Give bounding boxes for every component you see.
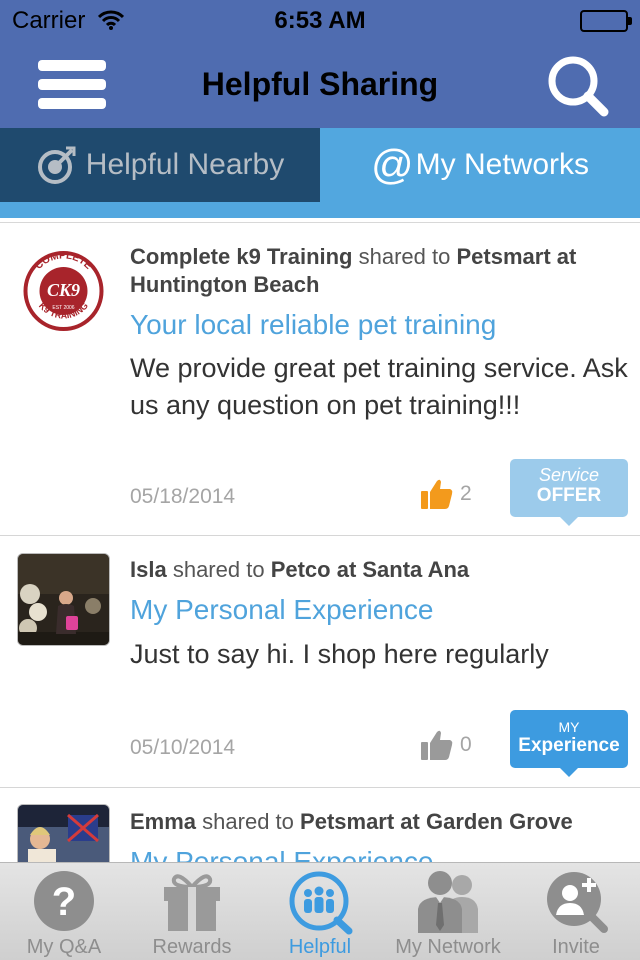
user-photo [18,554,109,645]
app-screen: Carrier 6:53 AM Helpful Sharing Helpful … [0,0,640,960]
post-title[interactable]: Your local reliable pet training [130,309,496,341]
post-shared-text: shared to [172,557,265,582]
svg-text:CK9: CK9 [47,280,80,300]
tab-bar: ? My Q&A Rewards Helpful My Network Invi… [0,862,640,960]
post-author[interactable]: Complete k9 Training [130,244,353,269]
gift-icon [128,869,256,935]
tab-my-networks-label: My Networks [415,148,589,181]
tab-my-networks[interactable]: @ My Networks [320,128,640,202]
like-button[interactable]: 0 [420,728,472,762]
people-group-icon [256,869,384,935]
tab-label: Helpful [288,936,352,958]
tab-invite[interactable]: Invite [512,863,640,960]
post-body: We provide great pet training service. A… [130,353,628,420]
user-photo [18,805,109,862]
tab-helpful-nearby-label: Helpful Nearby [85,148,285,181]
like-button[interactable]: 2 [420,477,472,511]
post-header: Isla shared to Petco at Santa Ana [130,556,630,584]
navigation-bar: Carrier 6:53 AM Helpful Sharing [0,0,640,128]
business-people-icon [384,869,512,935]
at-sign-icon: @ [371,141,414,188]
clock: 6:53 AM [274,7,366,34]
add-person-icon [512,869,640,935]
list-item[interactable]: Isla shared to Petco at Santa Ana My Per… [0,536,640,788]
tab-my-network[interactable]: My Network [384,863,512,960]
avatar[interactable] [17,553,110,646]
status-bar: Carrier 6:53 AM [0,0,640,40]
like-count: 2 [460,482,472,505]
tab-label: My Q&A [26,936,102,958]
tab-helpful-nearby[interactable]: Helpful Nearby [0,128,320,202]
thumbs-up-icon [421,730,453,760]
segment-divider [0,202,640,218]
list-item[interactable]: Emma shared to Petsmart at Garden Grove … [0,788,640,862]
list-item[interactable]: COMPLETE K9 TRAINING CK9 EST 2006 Comple… [0,223,640,536]
post-shared-text: shared to [202,809,294,834]
post-date: 05/10/2014 [130,736,236,759]
thumbs-up-icon [421,479,453,509]
tab-label: Rewards [152,936,232,958]
badge-line1: MY [558,719,580,735]
post-shared-text: shared to [358,244,451,269]
svg-text:EST 2006: EST 2006 [52,305,74,311]
post-author[interactable]: Emma [130,809,196,834]
post-location[interactable]: Petsmart at Garden Grove [300,809,573,834]
my-experience-badge[interactable]: MY Experience [510,710,628,777]
post-date: 05/18/2014 [130,485,236,508]
ck9-logo: COMPLETE K9 TRAINING CK9 EST 2006 [17,243,110,336]
target-arrow-icon [36,144,78,186]
question-icon: ? [0,869,128,935]
segment-control: Helpful Nearby @ My Networks [0,128,640,202]
tab-helpful[interactable]: Helpful [256,863,384,960]
post-header: Emma shared to Petsmart at Garden Grove [130,808,630,836]
tab-label: My Network [395,936,501,958]
post-title[interactable]: My Personal Experience [130,594,433,626]
post-body: Just to say hi. I shop here regularly [130,639,549,669]
post-header: Complete k9 Training shared to Petsmart … [130,243,630,299]
post-title[interactable]: My Personal Experience [130,846,433,862]
badge-line2: OFFER [536,485,602,506]
battery-icon [580,10,632,32]
service-offer-badge[interactable]: Service OFFER [510,459,628,526]
like-count: 0 [460,733,472,756]
badge-line2: Experience [518,735,620,756]
badge-line1: Service [538,465,600,485]
post-location[interactable]: Petco at Santa Ana [271,557,469,582]
search-icon[interactable] [546,54,610,118]
feed-list[interactable]: COMPLETE K9 TRAINING CK9 EST 2006 Comple… [0,222,640,862]
tab-label: Invite [552,936,600,958]
avatar[interactable] [17,804,110,862]
svg-text:?: ? [52,880,76,924]
tab-rewards[interactable]: Rewards [128,863,256,960]
tab-my-qa[interactable]: ? My Q&A [0,863,128,960]
post-author[interactable]: Isla [130,557,167,582]
avatar[interactable]: COMPLETE K9 TRAINING CK9 EST 2006 [17,243,110,336]
page-title: Helpful Sharing [201,66,439,102]
